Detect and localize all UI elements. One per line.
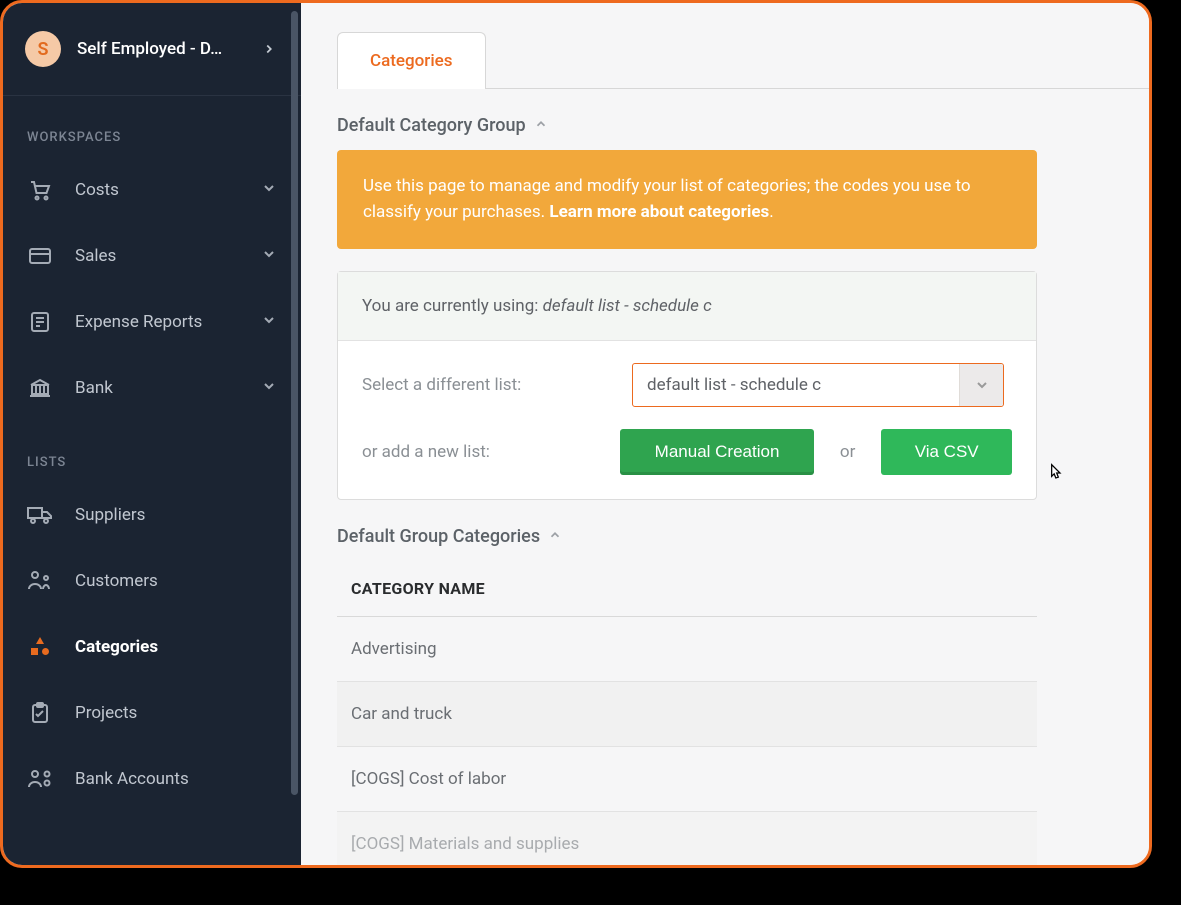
cart-icon [27, 177, 53, 203]
cursor-icon [1045, 462, 1065, 484]
or-text: or [824, 442, 871, 462]
sidebar-item-costs[interactable]: Costs [3, 157, 301, 223]
bank-icon [27, 375, 53, 401]
using-prefix: You are currently using: [362, 296, 543, 316]
workspace-title: Self Employed - D… [77, 39, 243, 59]
section-default-category-group[interactable]: Default Category Group [337, 115, 1149, 136]
via-csv-button[interactable]: Via CSV [881, 429, 1012, 475]
chevron-down-icon[interactable] [959, 364, 1003, 406]
list-panel: You are currently using: default list - … [337, 271, 1037, 500]
section-title: Default Category Group [337, 115, 526, 136]
nav-label: Expense Reports [75, 312, 202, 332]
section-label-lists: LISTS [3, 421, 301, 482]
category-row[interactable]: [COGS] Materials and supplies [337, 812, 1037, 865]
sidebar-item-customers[interactable]: Customers [3, 548, 301, 614]
main-content: Categories Default Category Group Use th… [301, 3, 1149, 865]
card-icon [27, 243, 53, 269]
nav-label: Projects [75, 703, 137, 723]
select-value: default list - schedule c [633, 375, 959, 395]
avatar: S [25, 31, 61, 67]
nav-label: Bank Accounts [75, 769, 189, 789]
section-title: Default Group Categories [337, 526, 540, 547]
banner-dot: . [769, 202, 773, 222]
chevron-down-icon [261, 378, 277, 399]
customers-icon [27, 568, 53, 594]
section-default-group-categories[interactable]: Default Group Categories [337, 526, 1149, 547]
sidebar-scrollbar[interactable] [291, 11, 298, 795]
category-row[interactable]: Car and truck [337, 682, 1037, 747]
sidebar-item-bank[interactable]: Bank [3, 355, 301, 421]
report-icon [27, 309, 53, 335]
sidebar-item-projects[interactable]: Projects [3, 680, 301, 746]
using-value: default list - schedule c [543, 296, 712, 316]
clipboard-icon [27, 700, 53, 726]
nav-label: Sales [75, 246, 116, 266]
add-list-label: or add a new list: [362, 442, 610, 462]
nav-label: Categories [75, 637, 158, 657]
workspace-switcher[interactable]: S Self Employed - D… [3, 3, 301, 96]
current-list-row: You are currently using: default list - … [338, 272, 1036, 341]
chevron-up-icon [534, 115, 548, 136]
accounts-icon [27, 766, 53, 792]
nav-label: Customers [75, 571, 158, 591]
select-list-label: Select a different list: [362, 375, 622, 395]
nav-label: Suppliers [75, 505, 145, 525]
manual-creation-button[interactable]: Manual Creation [620, 429, 814, 475]
chevron-up-icon [548, 526, 562, 547]
tab-categories[interactable]: Categories [337, 32, 486, 89]
sidebar-item-sales[interactable]: Sales [3, 223, 301, 289]
section-label-workspaces: WORKSPACES [3, 96, 301, 157]
sidebar: S Self Employed - D… WORKSPACES Costs [3, 3, 301, 865]
sidebar-item-categories[interactable]: Categories [3, 614, 301, 680]
chevron-down-icon [261, 246, 277, 267]
list-select[interactable]: default list - schedule c [632, 363, 1004, 407]
sidebar-item-bank-accounts[interactable]: Bank Accounts [3, 746, 301, 812]
sidebar-item-expense-reports[interactable]: Expense Reports [3, 289, 301, 355]
sidebar-item-suppliers[interactable]: Suppliers [3, 482, 301, 548]
category-row[interactable]: [COGS] Cost of labor [337, 747, 1037, 812]
table-header-category-name: CATEGORY NAME [337, 561, 1037, 617]
nav-label: Costs [75, 180, 119, 200]
learn-more-link[interactable]: Learn more about categories [549, 202, 769, 222]
chevron-down-icon [261, 312, 277, 333]
nav-label: Bank [75, 378, 113, 398]
truck-icon [27, 502, 53, 528]
category-row[interactable]: Advertising [337, 617, 1037, 682]
chevron-right-icon [259, 39, 279, 59]
info-banner: Use this page to manage and modify your … [337, 150, 1037, 249]
categories-icon [27, 634, 53, 660]
tabs: Categories [337, 31, 1149, 89]
chevron-down-icon [261, 180, 277, 201]
